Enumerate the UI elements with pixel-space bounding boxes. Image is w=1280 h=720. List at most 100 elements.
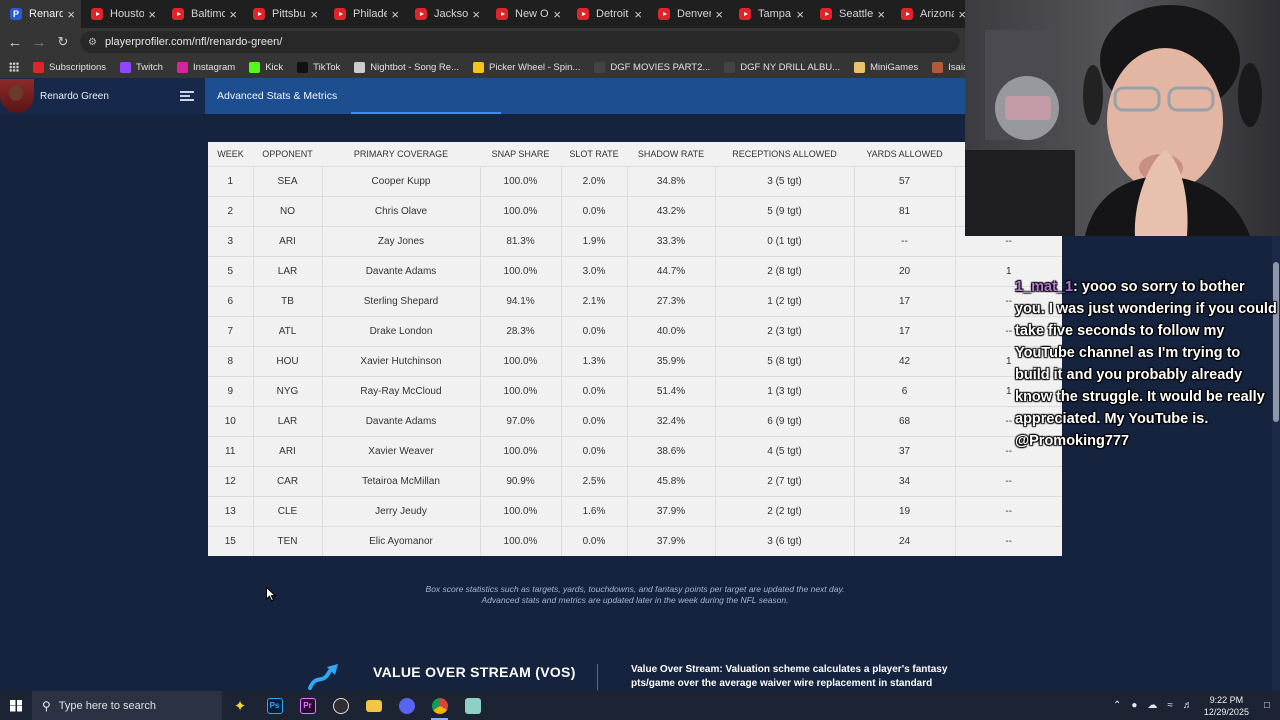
widget-sparkle-icon[interactable]: ✦ [222, 691, 258, 720]
cell-slot-rate: 2.5% [560, 465, 627, 496]
youtube-icon [91, 8, 103, 20]
col-yards-allowed[interactable]: YARDS ALLOWED [854, 142, 955, 166]
cell-shadow-rate: 44.7% [626, 255, 715, 286]
close-tab-icon[interactable]: × [391, 7, 399, 22]
cell-snap-share: 100.0% [479, 375, 561, 406]
browser-tab[interactable]: Detroit Li × [567, 0, 648, 28]
tray-chevron-icon[interactable]: ⌃ [1113, 700, 1121, 711]
premiere-taskbar-icon[interactable]: Pr [291, 691, 324, 720]
cell-week: 2 [208, 195, 253, 226]
cell-primary-coverage: Elic Ayomanor [321, 525, 480, 556]
close-tab-icon[interactable]: × [67, 7, 75, 22]
table-row: 1 SEA Cooper Kupp 100.0% 2.0% 34.8% 3 (5 tgt) 5… [208, 165, 1062, 196]
col-slot-rate[interactable]: SLOT RATE [561, 142, 627, 166]
bookmark-item[interactable]: MiniGames [854, 61, 919, 73]
browser-tab[interactable]: New Orle × [486, 0, 567, 28]
browser-tab[interactable]: Philadelp× [324, 0, 405, 28]
cell-snap-share: 100.0% [479, 255, 561, 286]
bookmark-label: MiniGames [870, 61, 919, 73]
microphone-icon[interactable]: ● [1131, 700, 1137, 711]
browser-tab[interactable]: Houston× [81, 0, 162, 28]
cell-receptions-allowed: 1 (3 tgt) [714, 375, 854, 406]
file-explorer-taskbar-icon[interactable] [357, 691, 390, 720]
cell-shadow-rate: 27.3% [626, 285, 715, 316]
cell-snap-share: 100.0% [479, 345, 561, 376]
streamer-webcam-image [965, 0, 1280, 236]
col-opponent[interactable]: OPPONENT [253, 142, 322, 166]
hamburger-menu-icon[interactable] [180, 91, 194, 101]
reload-icon[interactable]: ↻ [51, 34, 75, 50]
browser-tab[interactable]: P Renardo× [0, 0, 81, 28]
close-tab-icon[interactable]: × [229, 7, 237, 22]
browser-tab[interactable]: Tampa B × [729, 0, 810, 28]
cell-receptions-allowed: 5 (8 tgt) [714, 345, 854, 376]
close-tab-icon[interactable]: × [148, 7, 156, 22]
cell-receptions-allowed: 2 (2 tgt) [714, 495, 854, 526]
cell-opponent: CAR [252, 465, 322, 496]
address-bar[interactable]: ⚙ playerprofiler.com/nfl/renardo-green/ [80, 31, 960, 53]
start-button[interactable] [0, 691, 32, 720]
cell-primary-coverage: Xavier Hutchinson [321, 345, 480, 376]
bookmark-label: Subscriptions [49, 61, 107, 73]
col-week[interactable]: WEEK [208, 142, 253, 166]
table-row: 9 NYG Ray-Ray McCloud 100.0% 0.0% 51.4% 1 (3 t… [208, 375, 1062, 406]
close-tab-icon[interactable]: × [715, 7, 723, 22]
cell-opponent: SEA [252, 165, 322, 196]
system-clock[interactable]: 9:22 PM 12/29/2025 [1204, 694, 1249, 718]
volume-icon[interactable]: ♬ [1183, 700, 1193, 711]
youtube-icon [739, 8, 751, 20]
cell-week: 15 [208, 525, 253, 556]
cell-slot-rate: 0.0% [560, 525, 627, 556]
close-tab-icon[interactable]: × [553, 7, 561, 22]
forward-icon[interactable]: → [27, 34, 51, 51]
network-icon[interactable]: ☁ [1147, 700, 1157, 711]
bookmark-item[interactable]: Twitch [120, 61, 163, 73]
close-tab-icon[interactable]: × [634, 7, 642, 22]
close-tab-icon[interactable]: × [310, 7, 318, 22]
cell-receptions-allowed: 2 (8 tgt) [714, 255, 854, 286]
section-header-bar: Advanced Stats & Metrics [205, 78, 965, 114]
cell-receptions-allowed: 6 (9 tgt) [714, 405, 854, 436]
bookmark-item[interactable]: Subscriptions [33, 61, 107, 73]
bookmark-item[interactable]: Instagram [176, 61, 235, 73]
close-tab-icon[interactable]: × [796, 7, 804, 22]
apps-grid-icon[interactable] [9, 62, 19, 72]
bookmark-favicon-icon [473, 61, 484, 73]
windows-logo-icon [10, 699, 22, 712]
vos-title: VALUE OVER STREAM (VOS) [373, 664, 576, 680]
taskbar-search[interactable]: ⚲ Type here to search [32, 691, 222, 720]
cell-week: 5 [208, 255, 253, 286]
notifications-icon[interactable]: □ [1264, 700, 1270, 711]
tab-title: Renardo [29, 8, 64, 20]
col-receptions-allowed[interactable]: RECEPTIONS ALLOWED [715, 142, 854, 166]
col-snap-share[interactable]: SNAP SHARE [480, 142, 561, 166]
close-tab-icon[interactable]: × [472, 7, 480, 22]
chrome-taskbar-icon[interactable] [423, 691, 456, 720]
bookmark-item[interactable]: TikTok [297, 61, 340, 73]
browser-tab[interactable]: Pittsburg × [243, 0, 324, 28]
bookmark-item[interactable]: DGF MOVIES PART2... [594, 61, 710, 73]
site-info-icon[interactable]: ⚙ [88, 37, 97, 48]
browser-tab[interactable]: Arizona C× [891, 0, 972, 28]
browser-tab[interactable]: Baltimore× [162, 0, 243, 28]
close-tab-icon[interactable]: × [877, 7, 885, 22]
back-icon[interactable]: ← [3, 34, 27, 51]
wifi-icon[interactable]: ≈ [1167, 700, 1173, 711]
player-name[interactable]: Renardo Green [40, 91, 168, 102]
cell-snap-share: 81.3% [479, 225, 561, 256]
bookmark-item[interactable]: Kick [249, 61, 283, 73]
cell-slot-rate: 2.1% [560, 285, 627, 316]
browser-tab[interactable]: Denver B× [648, 0, 729, 28]
bookmark-item[interactable]: Nightbot - Song Re... [354, 61, 459, 73]
col-shadow-rate[interactable]: SHADOW RATE [627, 142, 715, 166]
obs-taskbar-icon[interactable] [324, 691, 357, 720]
browser-tab[interactable]: Seattle S× [810, 0, 891, 28]
browser-tab[interactable]: Jacksonv× [405, 0, 486, 28]
discord-taskbar-icon[interactable] [390, 691, 423, 720]
photoshop-taskbar-icon[interactable]: Ps [258, 691, 291, 720]
bookmark-item[interactable]: Picker Wheel - Spin... [473, 61, 580, 73]
app-taskbar-icon[interactable] [456, 691, 489, 720]
cell-shadow-rate: 37.9% [626, 525, 715, 556]
col-primary-coverage[interactable]: PRIMARY COVERAGE [322, 142, 480, 166]
bookmark-item[interactable]: DGF NY DRILL ALBU... [724, 61, 840, 73]
